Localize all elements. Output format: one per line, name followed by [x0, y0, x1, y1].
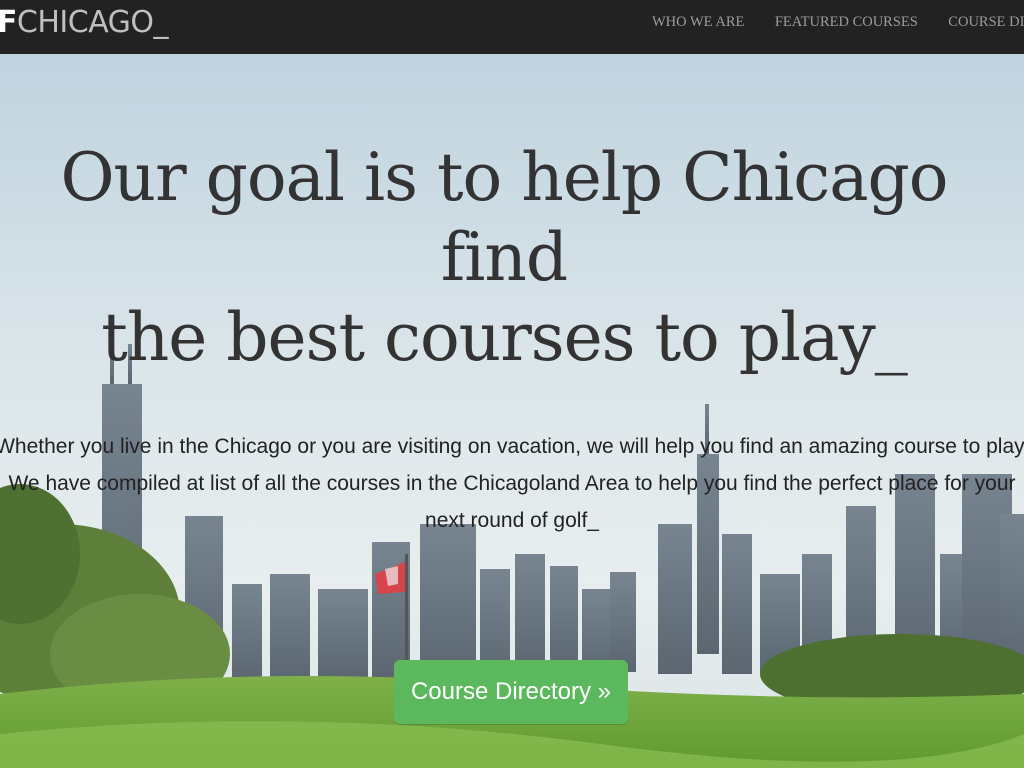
- brand-prefix: .F: [0, 5, 17, 40]
- lead-line-1: Whether you live in the Chicago or you a…: [0, 435, 1024, 458]
- headline-line-1: Our goal is to help Chicago find: [60, 139, 948, 296]
- hero-headline: Our goal is to help Chicago find the bes…: [0, 138, 1008, 378]
- navbar: .FCHICAGO_ WHO WE ARE FEATURED COURSES C…: [0, 0, 1024, 54]
- nav-link-featured-courses[interactable]: FEATURED COURSES: [775, 14, 918, 31]
- nav-links: WHO WE ARE FEATURED COURSES COURSE DIR: [652, 13, 1024, 31]
- nav-link-course-directory[interactable]: COURSE DIR: [948, 14, 1024, 31]
- hero-lead-text: Whether you live in the Chicago or you a…: [0, 428, 1024, 539]
- lead-line-2: We have compiled at list of all the cour…: [8, 472, 1016, 495]
- brand-logo[interactable]: .FCHICAGO_: [0, 4, 169, 42]
- course-directory-button[interactable]: Course Directory »: [394, 660, 628, 724]
- lead-line-3: next round of golf_: [425, 509, 599, 532]
- headline-line-2: the best courses to play_: [101, 299, 908, 376]
- nav-link-who-we-are[interactable]: WHO WE ARE: [652, 14, 744, 31]
- brand-main: CHICAGO_: [16, 5, 169, 40]
